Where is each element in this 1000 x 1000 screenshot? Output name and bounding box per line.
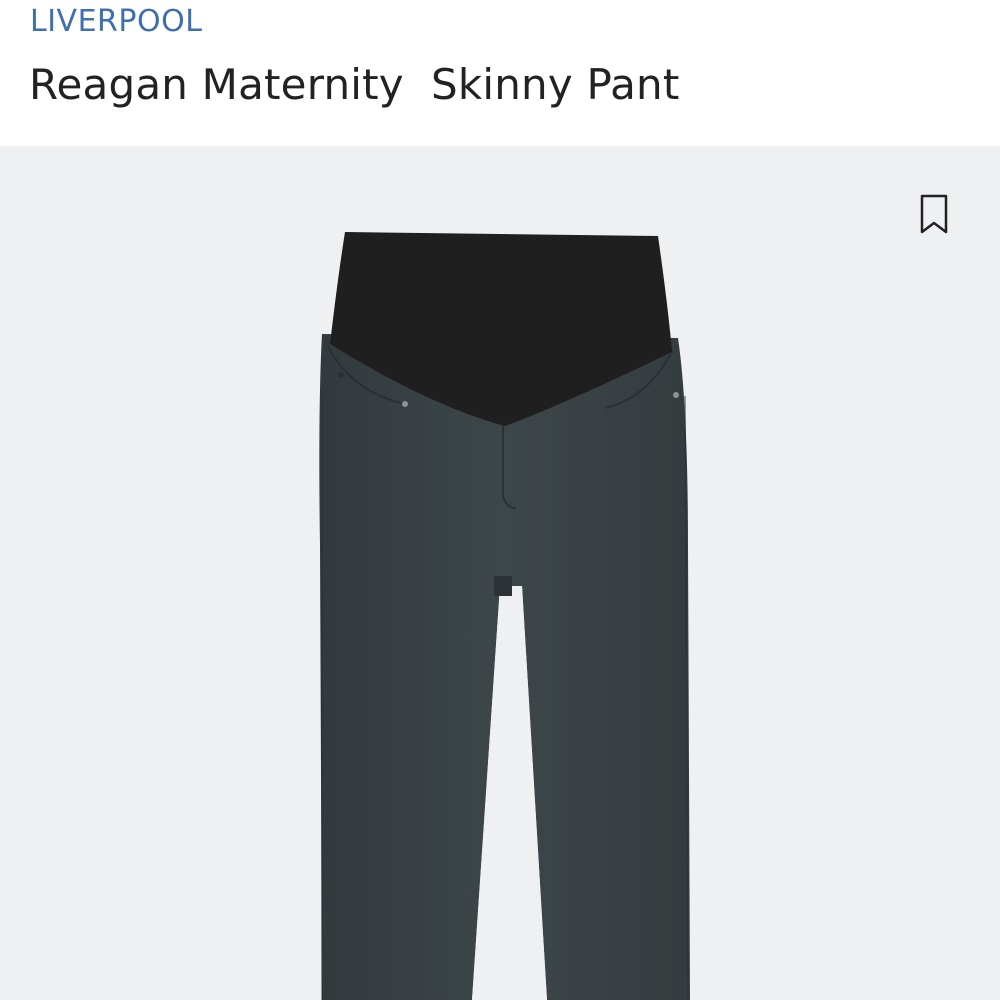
product-title: Reagan Maternity Skinny Pant xyxy=(29,60,680,109)
product-image-area xyxy=(0,146,1000,1000)
product-image xyxy=(319,232,690,1000)
bookmark-icon xyxy=(920,194,948,234)
bookmark-button[interactable] xyxy=(910,186,958,242)
brand-name[interactable]: LIVERPOOL xyxy=(30,4,202,39)
product-header: LIVERPOOL Reagan Maternity Skinny Pant xyxy=(0,0,1000,146)
